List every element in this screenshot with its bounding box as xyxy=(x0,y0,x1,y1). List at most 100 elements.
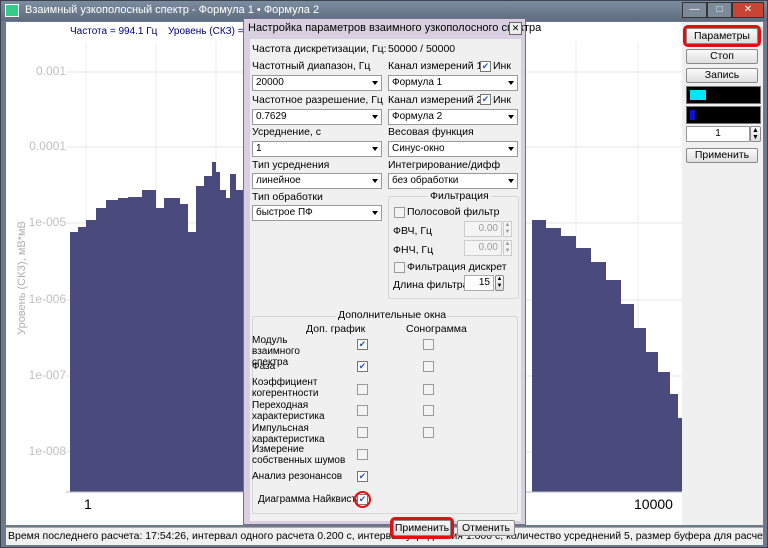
weight-select[interactable]: Синус-окно xyxy=(388,141,518,157)
option-label: Фаза xyxy=(252,361,276,372)
series2-color-chip xyxy=(690,110,695,120)
stop-button[interactable]: Стоп xyxy=(686,49,758,64)
dialog-body: Частота дискретизации, Гц: 50000 / 50000… xyxy=(250,39,521,539)
chevron-down-icon xyxy=(508,147,514,151)
averaging-label: Усреднение, с xyxy=(252,126,322,138)
close-button[interactable]: ✕ xyxy=(732,2,764,18)
spectrum-bar xyxy=(118,198,128,492)
y-axis-label: Уровень (СКЗ), мВ*мВ xyxy=(12,172,28,392)
spectrum-bar xyxy=(230,174,236,492)
option-label: Импульсная характеристика xyxy=(252,423,325,445)
dialog-apply-button[interactable]: Применить xyxy=(390,517,454,539)
status-bar: Время последнего расчета: 17:54:26, инте… xyxy=(6,527,763,545)
discrete-filter-checkbox[interactable] xyxy=(394,262,405,273)
lpf-label: ФНЧ, Гц xyxy=(393,244,434,256)
extra-graph-checkbox[interactable] xyxy=(357,449,368,460)
x-tick-label: 1 xyxy=(84,496,92,512)
weight-value: Синус-окно xyxy=(392,143,445,154)
spectrum-bar xyxy=(591,262,606,492)
sonogram-checkbox[interactable] xyxy=(423,361,434,372)
series1-color-chip xyxy=(690,90,706,100)
channel1-label: Канал измерений 1 xyxy=(388,60,483,72)
sonogram-checkbox[interactable] xyxy=(423,384,434,395)
channel2-inc-label: Инк xyxy=(493,94,511,106)
spectrum-bar xyxy=(532,220,546,492)
weight-label: Весовая функция xyxy=(388,126,474,138)
integ-select[interactable]: без обработки xyxy=(388,173,518,189)
y-tick-label: 1e-007 xyxy=(28,368,66,382)
extra-graph-checkbox[interactable] xyxy=(357,384,368,395)
dialog-close-button[interactable]: ✕ xyxy=(509,22,522,35)
avg-type-select[interactable]: линейное xyxy=(252,173,382,189)
averaging-select[interactable]: 1 xyxy=(252,141,382,157)
freq-range-value: 20000 xyxy=(256,77,284,88)
y-axis-label-text: Уровень (СКЗ), мВ*мВ xyxy=(16,221,28,335)
hpf-input[interactable]: 0.00 xyxy=(464,221,502,237)
lpf-spin[interactable]: ▲ ▼ xyxy=(503,240,512,256)
avg-type-label: Тип усреднения xyxy=(252,159,330,171)
proc-type-value: быстрое ПФ xyxy=(256,207,313,218)
chevron-down-icon xyxy=(508,179,514,183)
integ-label: Интегрирование/дифф xyxy=(388,159,501,171)
freq-res-label: Частотное разрешение, Гц xyxy=(252,94,383,106)
lpf-input[interactable]: 0.00 xyxy=(464,240,502,256)
extra-graph-checkbox[interactable]: ✔ xyxy=(357,361,368,372)
spectrum-bar xyxy=(546,228,561,492)
spectrum-bar xyxy=(634,328,646,492)
series1-color-swatch[interactable] xyxy=(686,86,761,104)
extra-graph-checkbox[interactable] xyxy=(357,427,368,438)
channel2-inc-checkbox[interactable]: ✔ xyxy=(480,94,491,105)
spin-value-field[interactable]: 1 xyxy=(686,126,750,142)
hpf-spin[interactable]: ▲ ▼ xyxy=(503,221,512,237)
extra-windows-label: Дополнительные окна xyxy=(336,309,449,321)
spin-buttons[interactable]: ▲ ▼ xyxy=(750,126,761,142)
parameters-button[interactable]: Параметры xyxy=(683,25,761,47)
chevron-down-icon xyxy=(372,179,378,183)
y-tick-label: 0.0001 xyxy=(29,139,66,153)
channel2-select[interactable]: Формула 2 xyxy=(388,109,518,125)
sonogram-checkbox[interactable] xyxy=(423,405,434,416)
freq-range-select[interactable]: 20000 xyxy=(252,75,382,91)
extra-graph-checkbox[interactable]: ✔ xyxy=(357,339,368,350)
freq-res-select[interactable]: 0.7629 xyxy=(252,109,382,125)
extra-graph-column-header: Доп. график xyxy=(306,323,366,335)
y-tick-label: 1e-008 xyxy=(28,444,66,458)
maximize-button[interactable]: □ xyxy=(707,2,732,18)
record-button[interactable]: Запись xyxy=(686,68,758,83)
proc-type-select[interactable]: быстрое ПФ xyxy=(252,205,382,221)
spectrum-bar xyxy=(78,227,86,492)
sonogram-checkbox[interactable] xyxy=(423,427,434,438)
spectrum-bar xyxy=(172,198,180,492)
spectrum-bar xyxy=(86,220,96,492)
filter-len-spin[interactable]: ▲ ▼ xyxy=(495,275,504,291)
channel1-select[interactable]: Формула 1 xyxy=(388,75,518,91)
sonogram-checkbox[interactable] xyxy=(423,339,434,350)
dialog-cancel-button[interactable]: Отменить xyxy=(457,520,515,536)
proc-type-label: Тип обработки xyxy=(252,191,323,203)
minimize-button[interactable]: — xyxy=(682,2,707,18)
filter-len-input[interactable]: 15 xyxy=(464,275,494,291)
extra-graph-checkbox[interactable] xyxy=(357,405,368,416)
spectrum-bar xyxy=(216,172,220,492)
spectrum-bar xyxy=(576,248,591,492)
spectrum-bar xyxy=(561,236,576,492)
chevron-down-icon xyxy=(372,115,378,119)
option-label: Переходная характеристика xyxy=(252,400,325,422)
extra-graph-checkbox[interactable]: ✔ xyxy=(357,471,368,482)
freq-res-value: 0.7629 xyxy=(256,111,287,122)
bandpass-checkbox[interactable] xyxy=(394,207,405,218)
highlight-circle xyxy=(354,491,371,508)
chevron-down-icon xyxy=(508,115,514,119)
spectrum-bar xyxy=(220,190,226,492)
sample-rate-label: Частота дискретизации, Гц: xyxy=(252,43,387,55)
channel1-inc-checkbox[interactable]: ✔ xyxy=(480,61,491,72)
window-title: Взаимный узкополосный спектр - Формула 1… xyxy=(25,4,320,16)
spectrum-bar xyxy=(670,394,678,492)
averaging-value: 1 xyxy=(256,143,262,154)
chevron-down-icon xyxy=(372,211,378,215)
frequency-readout: Частота = 994.1 Гц xyxy=(70,26,158,37)
apply-right-button[interactable]: Применить xyxy=(686,148,758,163)
channel2-value: Формула 2 xyxy=(392,111,443,122)
spectrum-bar xyxy=(180,204,188,492)
series2-color-swatch[interactable] xyxy=(686,106,761,124)
